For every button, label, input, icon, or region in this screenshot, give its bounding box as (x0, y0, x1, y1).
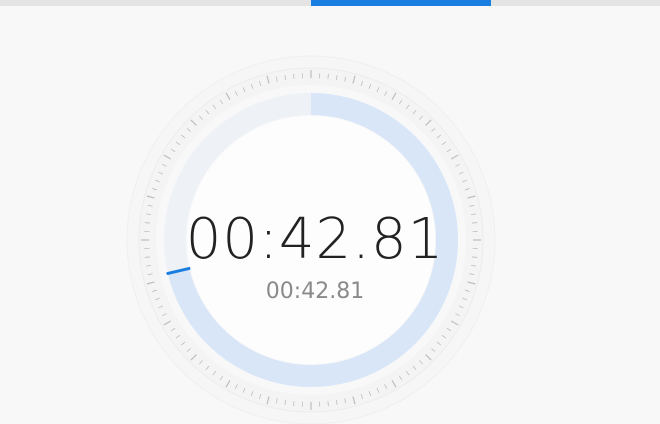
lap-time-display: 00:42.81 (265, 279, 365, 304)
dial-tick (472, 256, 478, 258)
dial-tick (144, 256, 150, 258)
dial-tick (293, 73, 295, 79)
dial-tick (293, 401, 295, 407)
dial-tick (327, 401, 329, 407)
dial-tick (144, 222, 150, 224)
dial-tick (327, 73, 329, 79)
dial-tick (472, 222, 478, 224)
stopwatch-screen: 00:42.81 00:42.81 (0, 0, 660, 424)
elapsed-time-display: 00:42.81 (185, 207, 445, 272)
